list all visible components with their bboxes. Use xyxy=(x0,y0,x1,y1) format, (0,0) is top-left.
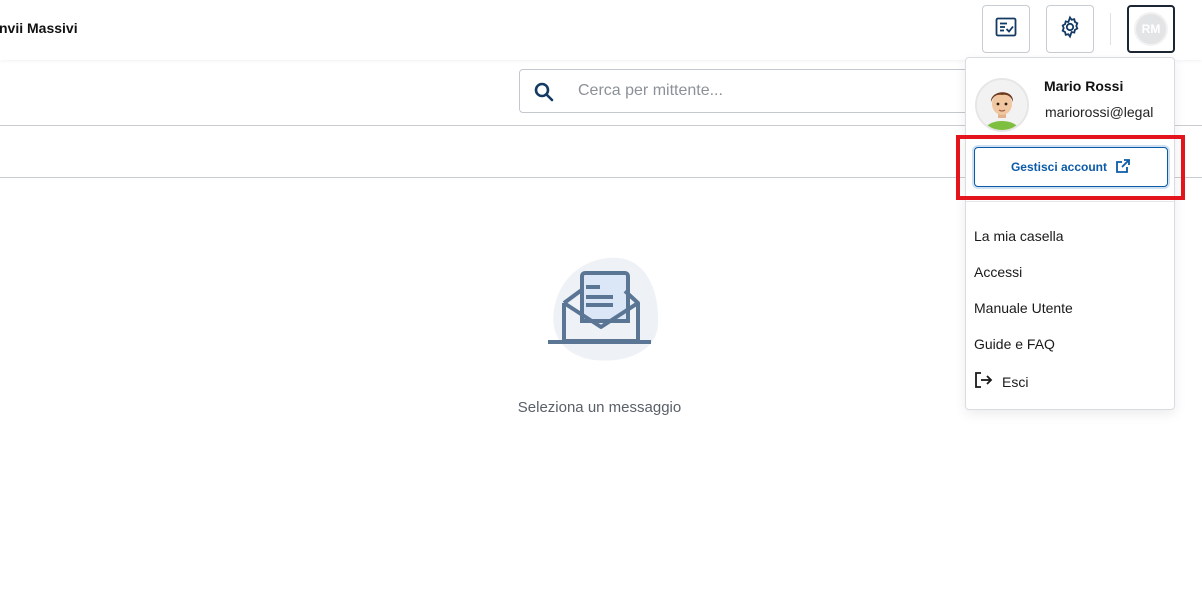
menu-item-my-mailbox[interactable]: La mia casella xyxy=(974,228,1064,244)
menu-item-user-manual[interactable]: Manuale Utente xyxy=(974,300,1073,316)
search-box[interactable] xyxy=(519,69,989,113)
user-menu-button[interactable]: RM xyxy=(1127,5,1175,53)
menu-divider xyxy=(966,201,1174,202)
user-avatar xyxy=(975,78,1029,132)
user-menu-dropdown: Mario Rossi mariorossi@legal Gestisci ac… xyxy=(965,57,1175,410)
top-bar: nvii Massivi RM xyxy=(0,0,1202,60)
logout-icon xyxy=(974,371,994,392)
manage-account-label: Gestisci account xyxy=(1010,160,1108,174)
menu-item-logout[interactable]: Esci xyxy=(974,371,1028,392)
search-input[interactable] xyxy=(578,78,958,104)
avatar: RM xyxy=(1134,12,1168,46)
gear-icon xyxy=(1058,15,1082,44)
menu-item-access[interactable]: Accessi xyxy=(974,264,1022,280)
header-divider xyxy=(1110,13,1111,45)
user-name: Mario Rossi xyxy=(1044,78,1124,94)
search-icon xyxy=(532,80,556,109)
checklist-icon xyxy=(994,15,1018,44)
external-link-icon xyxy=(1115,158,1131,177)
open-envelope-icon xyxy=(538,255,662,370)
manage-account-button[interactable]: Gestisci account xyxy=(974,147,1168,187)
settings-button[interactable] xyxy=(1046,5,1094,53)
user-email: mariorossi@legal xyxy=(1045,104,1154,120)
app-title: nvii Massivi xyxy=(0,20,78,36)
menu-item-guides-faq[interactable]: Guide e FAQ xyxy=(974,336,1055,352)
tasks-button[interactable] xyxy=(982,5,1030,53)
